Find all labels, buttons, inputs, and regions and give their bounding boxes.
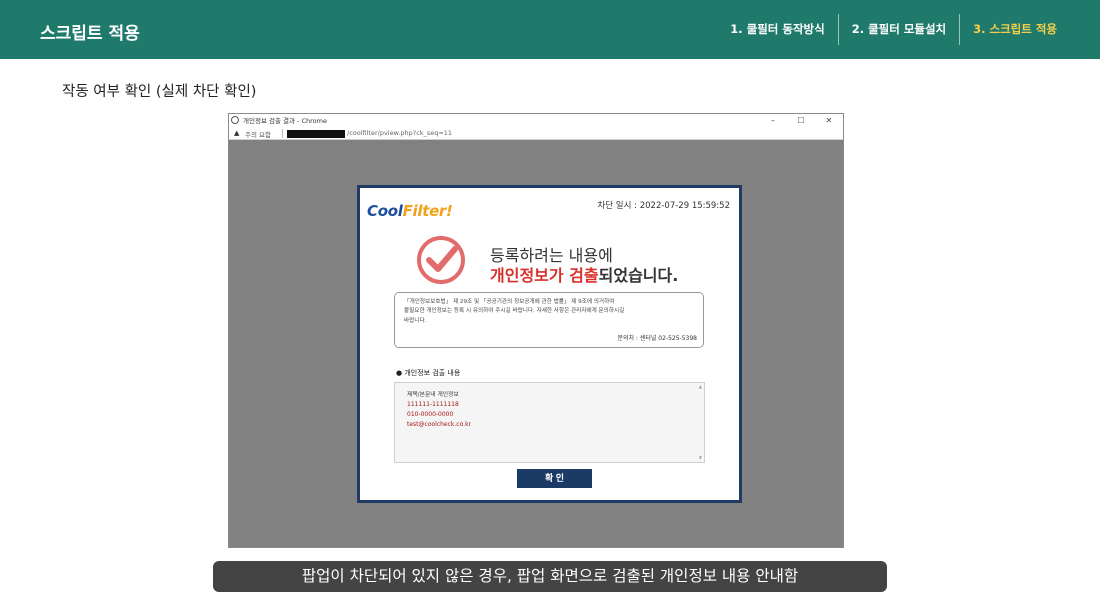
chrome-popup-window: 개인정보 검출 결과 - Chrome – ☐ ✕ ▲ 주의 요함 /coolf… [228,113,844,548]
address-bar[interactable]: ▲ 주의 요함 /coolfilter/pview.php?ck_seq=11 [229,127,843,140]
url-text: /coolfilter/pview.php?ck_seq=11 [347,129,453,137]
step-3-link[interactable]: 3. 스크립트 적용 [960,14,1057,45]
popup-body: CoolFilter! 차단 일시 : 2022-07-29 15:59:52 … [360,188,739,500]
block-time: 차단 일시 : 2022-07-29 15:59:52 [597,201,730,211]
scroll-down-arrow-icon[interactable]: ▼ [699,455,702,460]
maximize-button[interactable]: ☐ [787,114,815,127]
result-highlight: 개인정보가 검출 [490,266,599,285]
coolfilter-popup: CoolFilter! 차단 일시 : 2022-07-29 15:59:52 … [357,185,742,503]
notice-line: 바랍니다. [404,317,427,324]
window-title: 개인정보 검출 결과 - Chrome [243,117,327,125]
redacted-domain [287,130,345,138]
window-titlebar: 개인정보 검출 결과 - Chrome – ☐ ✕ [229,114,843,127]
detected-item: 010-0000-0000 [407,410,454,418]
result-message-rest: 되었습니다. [598,266,679,285]
detected-item: 111111-1111118 [407,401,459,408]
step-1-link[interactable]: 1. 쿨필터 동작방식 [717,14,837,45]
address-divider [282,129,283,138]
caption-banner: 팝업이 차단되어 있지 않은 경우, 팝업 화면으로 검출된 개인정보 내용 안… [213,561,887,592]
detection-heading: 제목/본문내 개인정보 [407,392,459,398]
chrome-icon [231,116,239,124]
page-header: 스크립트 적용 1. 쿨필터 동작방식 2. 쿨필터 모듈설치 3. 스크립트 … [0,0,1100,59]
detection-title: ● 개인정보 검출 내용 [396,369,461,377]
window-controls: – ☐ ✕ [759,114,843,127]
detection-content-box[interactable]: 제목/본문내 개인정보 111111-1111118 010-0000-0000… [394,382,705,463]
check-circle-icon [417,236,465,284]
legal-notice-box: 「개인정보보호법」 제 29조 및 「공공기관의 정보공개에 관한 법률」 제 … [394,292,704,348]
close-button[interactable]: ✕ [815,114,843,127]
warning-triangle-icon: ▲ [234,129,240,137]
logo-accent: Filter! [402,202,453,220]
contact-info: 문의처 : 센터널 02-525-5398 [617,335,697,342]
logo-main: Cool [367,202,403,220]
result-message-line2: 개인정보가 검출되었습니다. [490,262,678,286]
scroll-up-arrow-icon[interactable]: ▲ [699,384,702,389]
step-nav: 1. 쿨필터 동작방식 2. 쿨필터 모듈설치 3. 스크립트 적용 [717,14,1057,45]
coolfilter-logo: CoolFilter! [367,202,453,220]
confirm-button[interactable]: 확 인 [517,469,592,488]
section-label: 작동 여부 확인 (실제 차단 확인) [62,84,257,100]
step-2-link[interactable]: 2. 쿨필터 모듈설치 [839,14,959,45]
minimize-button[interactable]: – [759,114,787,127]
security-warning-text[interactable]: 주의 요함 [245,129,271,139]
detected-item: test@coolcheck.co.kr [407,420,472,428]
notice-line: 불필요한 개인정보는 등록 시 유의하여 주시길 바랍니다. 자세한 사항은 관… [404,308,625,315]
page-title: 스크립트 적용 [40,24,140,44]
notice-line: 「개인정보보호법」 제 29조 및 「공공기관의 정보공개에 관한 법률」 제 … [404,299,615,305]
